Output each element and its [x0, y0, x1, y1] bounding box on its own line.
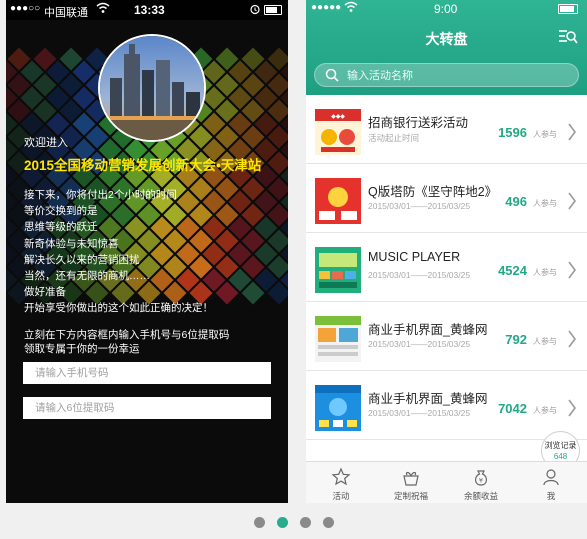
activity-item[interactable]: 商业手机界面_黄蜂网 2015/03/01——2015/03/25 7042 人… — [306, 371, 587, 440]
instruction-line: 立刻在下方内容框内输入手机号与6位提取码 — [24, 329, 230, 341]
participant-count: 1596 — [498, 125, 527, 140]
participant-count: 4524 — [498, 263, 527, 278]
signal-icon: ●●●○○ — [10, 3, 41, 14]
wifi-icon — [344, 1, 358, 16]
participant-label: 人参与 — [533, 199, 557, 208]
tab-me[interactable]: 我 — [516, 462, 586, 503]
svg-text:◆◆◆: ◆◆◆ — [331, 113, 345, 120]
participant-label: 人参与 — [533, 268, 557, 277]
bottom-tab-bar: 活动 定制祝福 ¥ 余额收益 我 — [306, 461, 587, 503]
page-dot[interactable] — [323, 517, 334, 528]
alarm-icon — [250, 3, 260, 18]
status-bar: ●●●○○ 中国联通 13:33 — [6, 0, 288, 20]
activity-item[interactable]: Q版塔防《坚守阵地2》 2015/03/01——2015/03/25 496 人… — [306, 164, 587, 233]
description-line: 等价交换到的是 — [24, 205, 98, 218]
event-landing-screen: ●●●○○ 中国联通 13:33 欢迎进入 2015全国移动营销发展创新大会•天… — [6, 0, 288, 503]
activity-date: 2015/03/01——2015/03/25 — [368, 201, 471, 211]
activity-item[interactable]: 商业手机界面_黄蜂网 2015/03/01——2015/03/25 792 人参… — [306, 302, 587, 371]
activity-thumbnail — [315, 247, 361, 293]
search-bar[interactable] — [314, 63, 579, 87]
tab-label: 我 — [546, 491, 556, 501]
description-line: 新奇体验与未知惊喜 — [24, 237, 119, 250]
page-dot-active[interactable] — [277, 517, 288, 528]
chevron-right-icon — [567, 330, 577, 353]
description-line: 做好准备 — [24, 286, 66, 299]
money-bag-icon: ¥ — [474, 470, 488, 486]
participant-label: 人参与 — [533, 130, 557, 139]
event-title: 2015全国移动营销发展创新大会•天津站 — [24, 158, 262, 173]
tab-balance-earnings[interactable]: ¥ 余额收益 — [446, 462, 516, 503]
description-line: 思维等级的跃迁 — [24, 221, 98, 234]
signal-icon: ●●●●● — [311, 2, 342, 13]
activity-date: 活动起止时间 — [368, 133, 420, 143]
activity-search-input[interactable] — [345, 66, 569, 86]
extraction-code-input[interactable] — [23, 397, 271, 419]
star-icon — [331, 467, 351, 486]
description-line: 当然，还有无限的商机…… — [24, 270, 150, 283]
description-line: 开始享受你做出的这个如此正确的决定！ — [24, 302, 213, 315]
phone-number-input[interactable] — [23, 362, 271, 384]
wifi-icon — [96, 2, 110, 17]
tab-label: 余额收益 — [463, 491, 498, 501]
welcome-text: 欢迎进入 — [24, 137, 68, 149]
svg-text:¥: ¥ — [479, 477, 483, 485]
search-list-icon[interactable] — [558, 29, 578, 45]
instruction-text: 立刻在下方内容框内输入手机号与6位提取码 领取专属于你的一份幸运 — [24, 328, 229, 356]
page-dot[interactable] — [254, 517, 265, 528]
activity-name: 商业手机界面_黄蜂网 — [368, 392, 488, 406]
chevron-right-icon — [567, 261, 577, 284]
activity-name: MUSIC PLAYER — [368, 250, 461, 264]
gift-icon — [403, 471, 419, 486]
history-label: 浏览记录 — [544, 441, 577, 450]
participant-count: 792 — [505, 332, 527, 347]
person-icon — [543, 469, 559, 486]
activity-date: 2015/03/01——2015/03/25 — [368, 408, 471, 418]
tab-label: 定制祝福 — [393, 491, 428, 501]
page-dot[interactable] — [300, 517, 311, 528]
description-line: 接下来，你将付出2个小时的时间 — [24, 189, 177, 201]
chevron-right-icon — [567, 192, 577, 215]
battery-icon — [264, 5, 282, 15]
participant-label: 人参与 — [533, 337, 557, 346]
city-skyline-image — [98, 34, 206, 142]
lucky-wheel-list-screen: ●●●●● 9:00 大转盘 输入活动名称 ◆◆◆ 招商银行送彩活动 活动起止时… — [306, 0, 587, 503]
activity-date: 2015/03/01——2015/03/25 — [368, 339, 471, 349]
activity-name: 招商银行送彩活动 — [368, 116, 469, 130]
event-description: 接下来，你将付出2个小时的时间 等价交换到的是 思维等级的跃迁 新奇体验与未知惊… — [24, 187, 213, 317]
status-bar: ●●●●● 9:00 — [306, 0, 587, 18]
activity-name: Q版塔防《坚守阵地2》 — [368, 185, 498, 199]
status-time: 9:00 — [434, 2, 458, 16]
carrier-name: 中国联通 — [44, 7, 88, 19]
activity-thumbnail — [315, 178, 361, 224]
description-line: 解决长久以来的营销困扰 — [24, 253, 140, 266]
activity-item[interactable]: ◆◆◆ 招商银行送彩活动 活动起止时间 1596 人参与 — [306, 95, 587, 164]
instruction-line: 领取专属于你的一份幸运 — [24, 343, 140, 355]
participant-count: 496 — [505, 194, 527, 209]
activity-name: 商业手机界面_黄蜂网 — [368, 323, 488, 337]
page-title: 大转盘 — [425, 31, 468, 47]
tab-label: 活动 — [332, 491, 350, 501]
search-icon — [325, 68, 339, 87]
activity-thumbnail — [315, 385, 361, 431]
tab-custom-blessing[interactable]: 定制祝福 — [376, 462, 446, 503]
battery-icon — [558, 4, 578, 14]
activity-list: ◆◆◆ 招商银行送彩活动 活动起止时间 1596 人参与 Q版塔防《坚守阵地2》… — [306, 95, 587, 440]
status-time: 13:33 — [134, 3, 165, 17]
activity-thumbnail: ◆◆◆ — [315, 109, 361, 155]
activity-item[interactable]: MUSIC PLAYER 2015/03/01——2015/03/25 4524… — [306, 233, 587, 302]
participant-label: 人参与 — [533, 406, 557, 415]
tab-activity[interactable]: 活动 — [306, 462, 376, 503]
chevron-right-icon — [567, 123, 577, 146]
participant-count: 7042 — [498, 401, 527, 416]
activity-thumbnail — [315, 316, 361, 362]
activity-date: 2015/03/01——2015/03/25 — [368, 270, 471, 280]
chevron-right-icon — [567, 399, 577, 422]
header: ●●●●● 9:00 大转盘 — [306, 0, 587, 95]
